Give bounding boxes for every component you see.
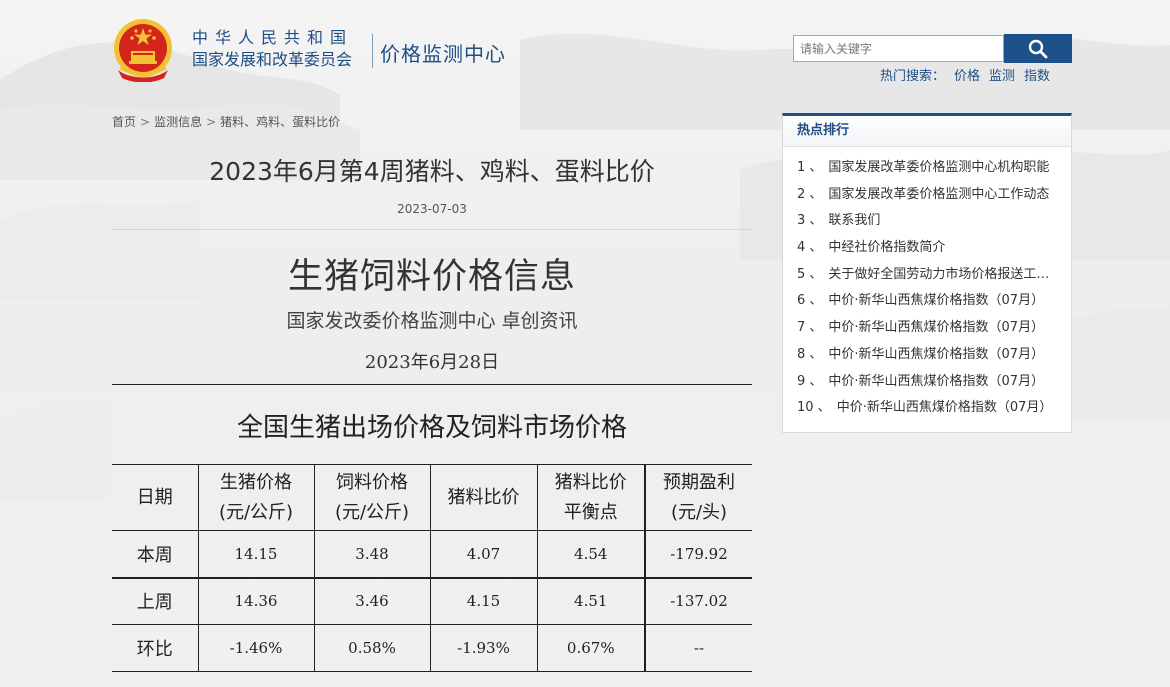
hot-search-label: 热门搜索： [880,69,946,84]
table-header-row: 日期 生猪价格 (元/公斤) 饲料价格 (元/公斤) 猪料比价 猪料比价 平衡点 预期… [112,464,752,531]
hot-ranking-index: 8 、 [797,346,823,362]
article-date: 2023-07-03 [397,202,467,216]
hot-ranking-index: 5 、 [797,266,823,282]
table-cell: 14.15 [198,530,315,579]
hot-ranking-text: 联系我们 [828,213,881,229]
search-button[interactable] [1004,34,1072,63]
breadcrumb-home[interactable]: 首页 [112,115,136,129]
table-cell: 3.46 [314,577,431,625]
table-cell: 环比 [112,624,199,672]
hot-ranking-index: 10 、 [797,400,831,416]
org-name-line1: 中华人民共和国 [192,28,354,47]
table-cell: -- [645,624,752,672]
table-cell: 0.58% [314,624,431,672]
hot-ranking-item[interactable]: 2 、国家发展改革委价格监测中心工作动态 [797,182,1057,209]
hot-search-term[interactable]: 价格 [954,69,980,84]
table-cell: 上周 [112,577,199,625]
hot-ranking-index: 1 、 [797,160,823,175]
table-header-cell: 饲料价格 (元/公斤) [314,464,431,531]
table-header-cell: 日期 [112,464,199,531]
table-cell: -1.46% [198,624,315,672]
article-heading: 生猪饲料价格信息 [287,257,576,297]
table-row: 环比 -1.46% 0.58% -1.93% 0.67% -- [112,624,752,672]
hot-ranking-text: 中价·新华山西焦煤价格指数（07月） [828,293,1045,309]
breadcrumb-separator: > [140,115,151,129]
table-cell: 4.15 [430,577,538,625]
table-cell: 14.36 [198,577,315,625]
hot-ranking-item[interactable]: 10 、中价·新华山西焦煤价格指数（07月） [797,395,1057,422]
breadcrumb: 首页 > 监测信息 > 猪料、鸡料、蛋料比价 [112,113,340,130]
table-header-cell: 预期盈利 (元/头) [645,464,752,531]
table-cell: -137.02 [645,577,752,625]
org-name: 中华人民共和国 国家发展和改革委员会 [192,30,353,68]
hot-ranking-panel: 热点排行 1 、国家发展改革委价格监测中心机构职能 2 、国家发展改革委价格监测… [782,113,1072,433]
article-title: 2023年6月第4周猪料、鸡料、蛋料比价 [209,157,655,186]
hot-ranking-index: 7 、 [797,320,823,336]
hot-ranking-item[interactable]: 1 、国家发展改革委价格监测中心机构职能 [797,155,1057,182]
table-header-cell: 生猪价格 (元/公斤) [198,464,315,531]
breadcrumb-separator: > [206,115,217,129]
price-table: 日期 生猪价格 (元/公斤) 饲料价格 (元/公斤) 猪料比价 猪料比价 平衡点 预期… [112,464,752,672]
article-source: 国家发改委价格监测中心 卓创资讯 [286,310,578,332]
hot-search: 热门搜索： 价格 监测 指数 [880,65,1050,84]
table-cell: 4.51 [537,577,646,625]
hot-ranking-index: 3 、 [797,213,823,229]
table-cell: 0.67% [537,624,646,672]
divider [112,229,752,230]
hot-ranking-text: 国家发展改革委价格监测中心工作动态 [828,186,1050,202]
hot-search-term[interactable]: 指数 [1024,69,1050,84]
hot-ranking-text: 国家发展改革委价格监测中心机构职能 [828,160,1050,175]
hot-ranking-text: 中经社价格指数简介 [828,240,946,256]
article-publish-date: 2023年6月28日 [364,352,500,373]
national-emblem-icon [114,19,172,82]
search-input[interactable] [793,35,1004,62]
hot-search-term[interactable]: 监测 [989,69,1015,84]
hot-ranking-title: 热点排行 [783,116,1071,147]
hot-ranking-text: 中价·新华山西焦煤价格指数（07月） [828,346,1045,362]
hot-ranking-index: 9 、 [797,373,823,389]
breadcrumb-monitoring-info[interactable]: 监测信息 [154,115,202,129]
table-cell: 3.48 [314,530,431,579]
table-row: 本周 14.15 3.48 4.07 4.54 -179.92 [112,530,752,579]
hot-ranking-item[interactable]: 4 、中经社价格指数简介 [797,235,1057,262]
table-cell: 4.54 [537,530,646,579]
magnifier-icon [1028,39,1048,58]
hot-ranking-item[interactable]: 7 、中价·新华山西焦煤价格指数（07月） [797,315,1057,342]
table-cell: -1.93% [430,624,538,672]
hot-ranking-list: 1 、国家发展改革委价格监测中心机构职能 2 、国家发展改革委价格监测中心工作动… [783,147,1071,422]
hot-ranking-item[interactable]: 3 、联系我们 [797,208,1057,235]
hot-ranking-index: 2 、 [797,186,823,202]
hot-ranking-text: 中价·新华山西焦煤价格指数（07月） [828,320,1045,336]
table-title: 全国生猪出场价格及饲料市场价格 [236,413,627,443]
hot-ranking-text: 中价·新华山西焦煤价格指数（07月） [836,400,1053,416]
breadcrumb-current: 猪料、鸡料、蛋料比价 [220,115,341,129]
table-cell: 本周 [112,530,199,579]
center-name: 价格监测中心 [380,42,506,66]
header-divider [372,34,373,68]
hot-ranking-index: 4 、 [797,240,823,256]
hot-ranking-text: 关于做好全国劳动力市场价格报送工作的通知 [828,266,1057,282]
hot-ranking-item[interactable]: 5 、关于做好全国劳动力市场价格报送工作的通知 [797,262,1057,289]
table-header-cell: 猪料比价 [430,464,538,531]
divider [112,384,752,385]
table-header-cell: 猪料比价 平衡点 [537,464,646,531]
table-cell: 4.07 [430,530,538,579]
hot-ranking-item[interactable]: 9 、中价·新华山西焦煤价格指数（07月） [797,369,1057,396]
hot-ranking-item[interactable]: 8 、中价·新华山西焦煤价格指数（07月） [797,342,1057,369]
hot-ranking-text: 中价·新华山西焦煤价格指数（07月） [828,373,1045,389]
hot-ranking-item[interactable]: 6 、中价·新华山西焦煤价格指数（07月） [797,288,1057,315]
hot-ranking-index: 6 、 [797,293,823,309]
table-cell: -179.92 [645,530,752,579]
table-row: 上周 14.36 3.46 4.15 4.51 -137.02 [112,577,752,625]
org-name-line2: 国家发展和改革委员会 [192,50,353,69]
